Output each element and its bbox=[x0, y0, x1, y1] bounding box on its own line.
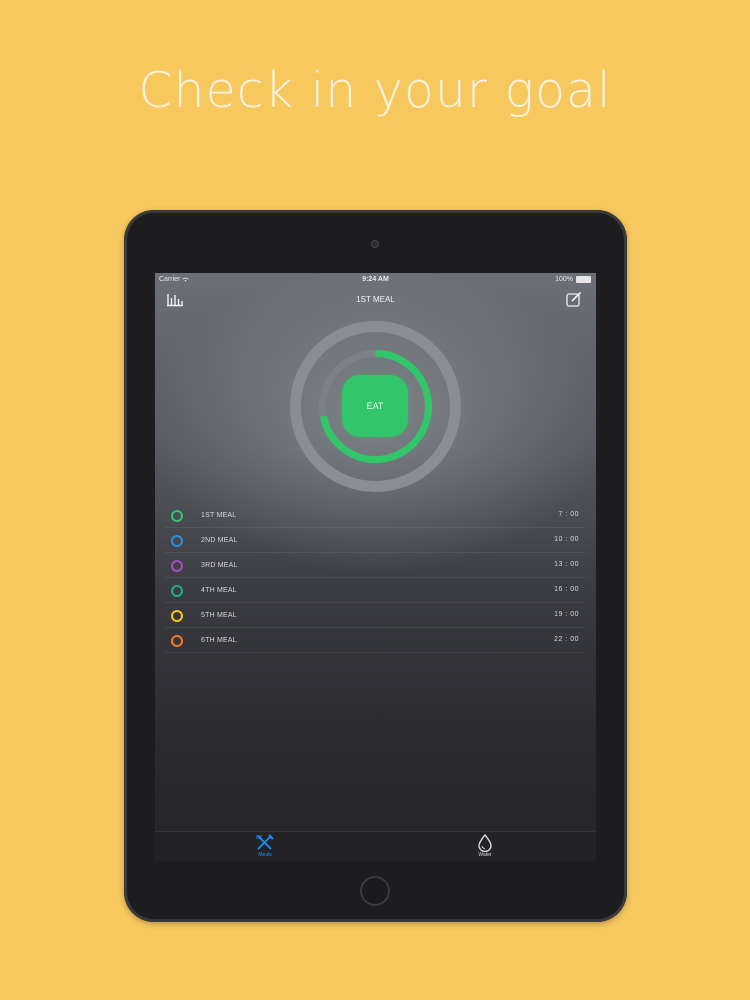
tab-meals-label: Meals bbox=[258, 852, 272, 858]
status-time: 9:24 AM bbox=[362, 276, 389, 283]
battery-percent: 100% bbox=[555, 276, 573, 283]
meal-status-ring-icon bbox=[171, 535, 183, 547]
meal-name: 1ST MEAL bbox=[201, 512, 237, 519]
meal-name: 5TH MEAL bbox=[201, 612, 237, 619]
ipad-device: Carrier 9:24 AM 100% 1ST MEAL EAT 1ST ME… bbox=[124, 210, 627, 922]
meal-name: 6TH MEAL bbox=[201, 637, 237, 644]
meal-row[interactable]: 4TH MEAL 16 : 00 bbox=[165, 578, 585, 603]
meal-status-ring-icon bbox=[171, 510, 183, 522]
home-button[interactable] bbox=[360, 876, 390, 906]
nav-title: 1ST MEAL bbox=[356, 295, 395, 304]
tab-meals[interactable]: Meals bbox=[245, 834, 285, 858]
tab-water[interactable]: Water bbox=[465, 834, 505, 858]
meal-list: 1ST MEAL 7 : 00 2ND MEAL 10 : 00 3RD MEAL 13 … bbox=[165, 503, 585, 653]
meal-status-ring-icon bbox=[171, 610, 183, 622]
meal-row[interactable]: 6TH MEAL 22 : 00 bbox=[165, 628, 585, 653]
front-camera bbox=[371, 240, 379, 248]
meal-row[interactable]: 3RD MEAL 13 : 00 bbox=[165, 553, 585, 578]
meal-row[interactable]: 5TH MEAL 19 : 00 bbox=[165, 603, 585, 628]
meal-name: 2ND MEAL bbox=[201, 537, 238, 544]
meal-time[interactable]: 10 : 00 bbox=[554, 536, 579, 543]
meal-time[interactable]: 22 : 00 bbox=[554, 636, 579, 643]
tab-water-label: Water bbox=[478, 852, 492, 858]
headline: Check in your goal bbox=[138, 62, 612, 119]
fork-knife-icon bbox=[256, 834, 274, 850]
meal-name: 4TH MEAL bbox=[201, 587, 237, 594]
edit-icon[interactable] bbox=[565, 290, 583, 308]
eat-button[interactable]: EAT bbox=[342, 375, 408, 437]
meal-status-ring-icon bbox=[171, 560, 183, 572]
meal-time[interactable]: 16 : 00 bbox=[554, 586, 579, 593]
battery-indicator: 100% bbox=[555, 276, 591, 283]
meal-status-ring-icon bbox=[171, 635, 183, 647]
meal-time[interactable]: 13 : 00 bbox=[554, 561, 579, 568]
meal-row[interactable]: 1ST MEAL 7 : 00 bbox=[165, 503, 585, 528]
meal-status-ring-icon bbox=[171, 585, 183, 597]
meal-row[interactable]: 2ND MEAL 10 : 00 bbox=[165, 528, 585, 553]
meal-time[interactable]: 19 : 00 bbox=[554, 611, 579, 618]
status-bar: Carrier 9:24 AM 100% bbox=[155, 273, 596, 287]
tab-bar: Meals Water bbox=[155, 831, 596, 861]
meal-name: 3RD MEAL bbox=[201, 562, 238, 569]
water-drop-icon bbox=[478, 834, 492, 852]
meal-time[interactable]: 7 : 00 bbox=[558, 511, 579, 518]
app-screen: Carrier 9:24 AM 100% 1ST MEAL EAT 1ST ME… bbox=[155, 273, 596, 861]
battery-icon bbox=[576, 276, 591, 283]
